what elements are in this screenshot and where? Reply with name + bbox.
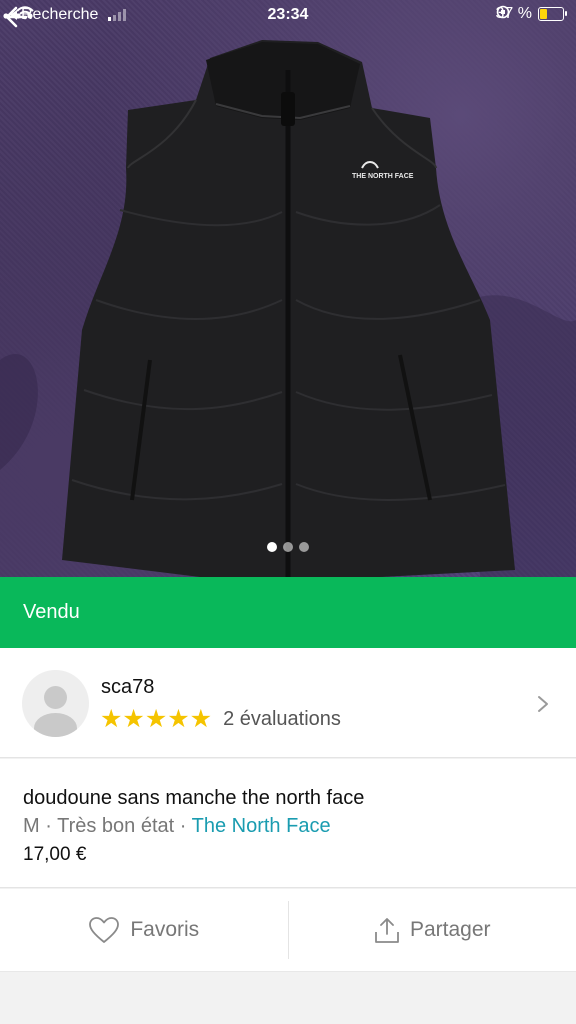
rating-stars: ★★★★★: [100, 705, 213, 733]
action-bar: Favoris Partager: [0, 889, 576, 971]
item-brand-link[interactable]: The North Face: [192, 815, 331, 837]
seller-rating: ★★★★★ 2 évaluations: [100, 706, 341, 732]
status-time: 23:34: [267, 6, 309, 23]
sold-label: Vendu: [23, 601, 80, 623]
product-photo[interactable]: THE NORTH FACE Recherche 23:34 37 %: [0, 0, 576, 577]
item-size: M: [23, 815, 40, 837]
battery-icon: [538, 7, 567, 21]
item-meta: M · Très bon état · The North Face: [23, 815, 331, 838]
brand-logo-text: THE NORTH FACE: [352, 173, 414, 180]
status-bar: Recherche 23:34 37 %: [0, 0, 576, 30]
pagination-dot[interactable]: [267, 542, 277, 552]
battery-fill: [540, 9, 547, 19]
item-price: 17,00 €: [23, 844, 87, 865]
share-icon: [375, 918, 399, 943]
meta-separator: ·: [174, 815, 192, 837]
pagination-dot[interactable]: [283, 542, 293, 552]
seller-row[interactable]: sca78 ★★★★★ 2 évaluations: [0, 648, 576, 758]
chevron-right-icon: [538, 696, 548, 712]
item-title: doudoune sans manche the north face: [23, 787, 365, 809]
brand-logo: THE NORTH FACE: [352, 173, 414, 180]
seller-username: sca78: [101, 676, 155, 698]
favorite-button[interactable]: Favoris: [0, 889, 288, 971]
meta-separator: ·: [39, 815, 58, 837]
footer-area: [0, 971, 576, 1024]
item-condition: Très bon état: [57, 815, 175, 837]
share-label: Partager: [409, 918, 491, 941]
orientation-lock-icon: [496, 5, 509, 19]
sold-banner: Vendu: [0, 577, 576, 648]
pagination-dot[interactable]: [299, 542, 309, 552]
reviews-count: 2 évaluations: [223, 707, 341, 730]
vest-image: THE NORTH FACE: [0, 40, 576, 577]
item-info: doudoune sans manche the north face M · …: [0, 759, 576, 888]
heart-icon: [89, 917, 120, 943]
photo-pagination[interactable]: [0, 542, 576, 552]
favorite-label: Favoris: [130, 918, 200, 941]
more-dots-icon[interactable]: [0, 0, 36, 30]
share-button[interactable]: Partager: [289, 889, 576, 971]
avatar: [22, 670, 89, 737]
